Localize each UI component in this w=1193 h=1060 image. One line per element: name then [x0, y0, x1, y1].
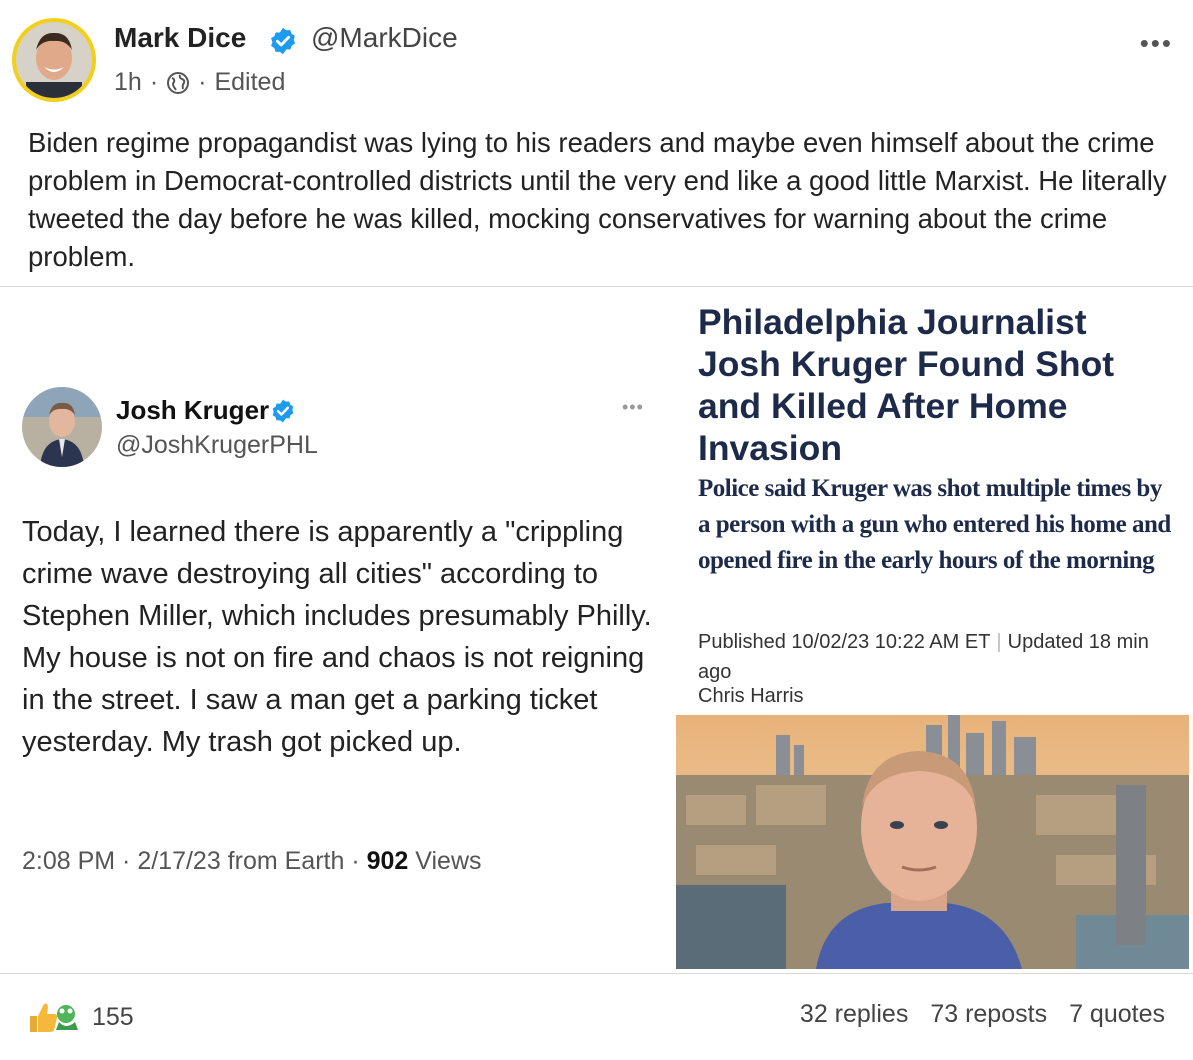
post-meta: 1h · · Edited — [114, 68, 285, 97]
more-options-icon: ••• — [622, 397, 644, 417]
embedded-tweet-views-count: 902 — [366, 847, 409, 875]
post-footer: 155 32 replies 73 reposts 7 quotes — [0, 980, 1193, 1050]
embedded-tweet-timestamp: 2:08 PM · 2/17/23 from Earth · — [22, 847, 367, 875]
article-byline: Chris Harris — [698, 685, 804, 707]
reactions[interactable]: 155 — [26, 1000, 134, 1034]
post-time: 1h — [114, 68, 142, 96]
news-article-screenshot: Philadelphia Journalist Josh Kruger Foun… — [676, 287, 1193, 973]
verified-badge-icon — [271, 27, 295, 55]
globe-icon — [167, 71, 190, 94]
article-published: Published 10/02/23 10:22 AM ET | Updated 1… — [698, 627, 1168, 687]
article-published-date: Published 10/02/23 10:22 AM ET — [698, 631, 991, 653]
author-avatar[interactable] — [12, 18, 96, 102]
edited-label: Edited — [214, 68, 286, 96]
meta-separator: · — [149, 68, 159, 96]
replies-link[interactable]: 32 replies — [800, 1000, 908, 1029]
author-handle[interactable]: @MarkDice — [311, 22, 458, 54]
verified-badge-icon — [272, 399, 294, 423]
embedded-tweet-author-name: Josh Kruger — [116, 395, 270, 425]
embedded-tweet-views-label: Views — [408, 847, 482, 875]
article-headline: Philadelphia Journalist Josh Kruger Foun… — [698, 302, 1115, 468]
reaction-count: 155 — [92, 1002, 134, 1031]
article-divider: | — [996, 631, 1002, 653]
embedded-tweet-handle: @JoshKrugerPHL — [116, 431, 318, 459]
reposts-link[interactable]: 73 reposts — [930, 1000, 1047, 1029]
author-name[interactable]: Mark Dice — [114, 22, 246, 54]
embedded-tweet-text: Today, I learned there is apparently a "… — [22, 516, 652, 758]
more-options-icon[interactable]: ••• — [1140, 28, 1173, 59]
article-dek: Police said Kruger was shot multiple tim… — [698, 475, 1171, 574]
attached-image[interactable]: Josh Kruger @JoshKrugerPHL ••• Today, I … — [0, 286, 1193, 974]
embedded-tweet-avatar — [22, 387, 102, 467]
post-text: Biden regime propagandist was lying to h… — [28, 127, 1167, 272]
thumbs-up-icon — [30, 1003, 78, 1032]
article-photo — [676, 715, 1189, 969]
meta-separator: · — [198, 68, 207, 96]
quotes-link[interactable]: 7 quotes — [1069, 1000, 1165, 1029]
embedded-tweet-footer: 2:08 PM · 2/17/23 from Earth · 902 Views — [22, 847, 482, 876]
engagement-stats: 32 replies 73 reposts 7 quotes — [800, 1000, 1165, 1029]
